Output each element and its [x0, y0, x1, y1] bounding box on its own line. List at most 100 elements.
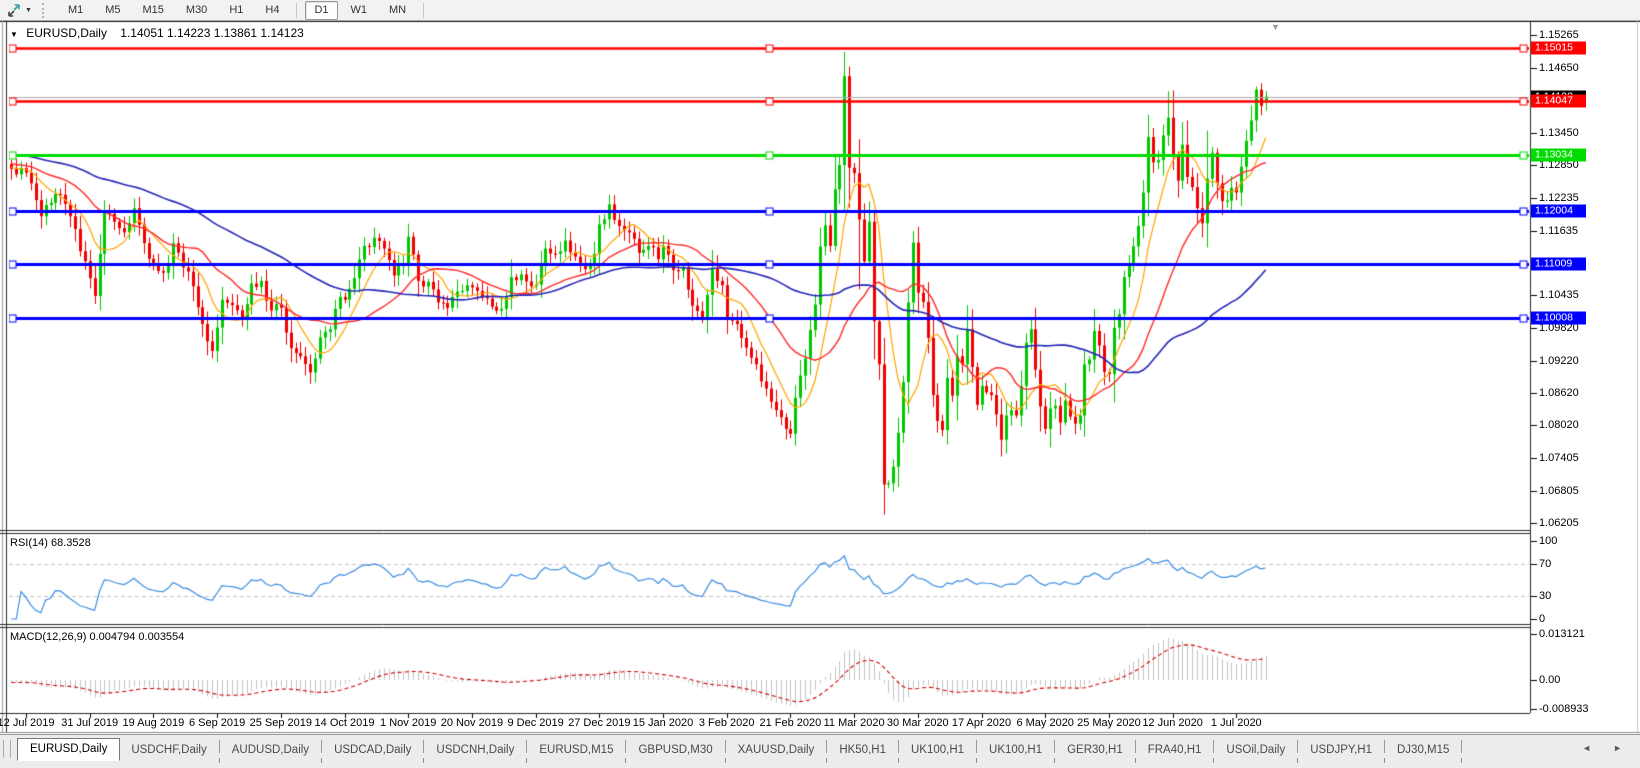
- date-tick-label: 11 Mar 2020: [823, 717, 885, 729]
- tab-dj30-m15[interactable]: DJ30,M15: [1386, 741, 1460, 760]
- tf-button-H1[interactable]: H1: [220, 1, 252, 20]
- tab-usoil-daily[interactable]: USOil,Daily: [1215, 741, 1296, 760]
- rsi-indicator-label: RSI(14) 68.3528: [10, 537, 91, 549]
- chart-shift-marker-icon[interactable]: ▼: [1271, 22, 1280, 32]
- tab-scroll-right-icon[interactable]: ►: [1613, 743, 1622, 753]
- tab-usdchf-daily[interactable]: USDCHF,Daily: [120, 741, 217, 760]
- tab-separator: [1134, 740, 1136, 763]
- chart-title-symbol: EURUSD,Daily: [26, 26, 107, 40]
- price-tick-label: 1.11635: [1539, 224, 1578, 237]
- tab-separator: [526, 740, 528, 763]
- rsi-tick-label: 30: [1539, 589, 1552, 602]
- price-chart-canvas[interactable]: [0, 21, 1640, 734]
- date-tick-label: 19 Aug 2019: [122, 717, 185, 729]
- date-tick-label: 15 Jan 2020: [632, 717, 694, 729]
- tab-usdcnh-daily[interactable]: USDCNH,Daily: [425, 741, 525, 760]
- price-line-badge: 1.15015: [1531, 41, 1586, 55]
- tab-separator: [1461, 740, 1463, 763]
- tab-separator: [1213, 740, 1215, 763]
- tab-separator: [897, 740, 899, 763]
- macd-tick-label: 0.013121: [1539, 628, 1585, 641]
- tab-audusd-daily[interactable]: AUDUSD,Daily: [221, 741, 320, 760]
- price-tick-label: 1.14650: [1539, 62, 1579, 75]
- price-tick-label: 1.12235: [1539, 192, 1579, 205]
- tab-separator: [826, 740, 828, 763]
- tabbar-grip[interactable]: [3, 740, 11, 758]
- tf-button-D1[interactable]: D1: [305, 0, 338, 20]
- tab-separator: [976, 740, 978, 763]
- price-tick-label: 1.08620: [1539, 386, 1579, 399]
- tab-separator: [321, 740, 323, 763]
- mt4-application: ▼ M1 M5 M15 M30 H1 H4 D1 W1 MN ▼ EURUSD,Daily 1.…: [0, 0, 1640, 768]
- tab-hk50-h1[interactable]: HK50,H1: [828, 741, 897, 760]
- tab-ger30-h1[interactable]: GER30,H1: [1056, 741, 1134, 760]
- date-tick-label: 31 Jul 2019: [61, 717, 119, 729]
- tab-separator: [1384, 740, 1385, 763]
- date-tick-label: 17 Apr 2020: [951, 717, 1012, 729]
- chevron-down-icon[interactable]: ▼: [25, 7, 32, 14]
- tab-usdjpy-h1[interactable]: USDJPY,H1: [1299, 741, 1383, 760]
- tf-button-M15[interactable]: M15: [134, 1, 173, 20]
- price-line-badge: 1.11009: [1531, 257, 1586, 271]
- tab-separator: [423, 740, 425, 763]
- price-tick-label: 1.08020: [1539, 419, 1579, 432]
- date-tick-label: 6 May 2020: [1016, 717, 1074, 729]
- price-tick-label: 1.07405: [1539, 452, 1579, 465]
- tab-separator: [1054, 740, 1056, 763]
- chart-title: ▼ EURUSD,Daily 1.14051 1.14223 1.13861 1…: [10, 26, 304, 40]
- date-tick-label: 1 Nov 2019: [380, 717, 437, 729]
- tab-separator: [625, 740, 627, 763]
- tab-xauusd-daily[interactable]: XAUUSD,Daily: [727, 741, 826, 760]
- date-tick-label: 25 May 2020: [1077, 717, 1141, 729]
- toolbar-grip[interactable]: [41, 2, 49, 18]
- tab-usdcad-daily[interactable]: USDCAD,Daily: [323, 741, 422, 760]
- tf-button-M5[interactable]: M5: [96, 1, 129, 20]
- price-line-badge: 1.10008: [1531, 311, 1586, 325]
- price-line-badge: 1.13034: [1531, 148, 1586, 162]
- tf-button-H4[interactable]: H4: [256, 1, 288, 20]
- tab-scroll-left-icon[interactable]: ◄: [1582, 743, 1591, 753]
- tf-button-M1[interactable]: M1: [59, 1, 92, 20]
- date-axis[interactable]: 12 Jul 2019 31 Jul 2019 19 Aug 2019 6 Sep 2…: [0, 713, 1530, 734]
- date-tick-label: 27 Dec 2019: [568, 717, 631, 729]
- tab-scroll-arrows: ◄ ►: [1582, 743, 1622, 753]
- chart-tabs: EURUSD,Daily USDCHF,Daily AUDUSD,Daily USDC…: [17, 738, 1463, 763]
- price-tick-label: 1.13450: [1539, 126, 1579, 139]
- chart-title-ohlc: 1.14051 1.14223 1.13861 1.14123: [120, 26, 304, 40]
- macd-tick-label: 0.00: [1539, 674, 1561, 686]
- tab-eurusd-daily[interactable]: EURUSD,Daily: [17, 738, 121, 761]
- tab-uk100-h1[interactable]: UK100,H1: [978, 741, 1053, 760]
- date-tick-label: 12 Jun 2020: [1142, 717, 1203, 729]
- timeframe-buttons: M1 M5 M15 M30 H1 H4 D1 W1 MN: [57, 0, 430, 20]
- macd-tick-label: -0.008933: [1539, 703, 1589, 715]
- date-tick-label: 1 Jul 2020: [1210, 717, 1262, 729]
- price-axis[interactable]: 1.15265 1.14650 1.13450 1.12850 1.12235 1.116…: [1530, 21, 1640, 715]
- date-tick-label: 14 Oct 2019: [314, 717, 375, 729]
- tf-button-W1[interactable]: W1: [342, 1, 377, 20]
- price-tick-label: 1.09220: [1539, 354, 1579, 367]
- tab-separator: [1297, 740, 1299, 763]
- chart-title-caret-icon[interactable]: ▼: [10, 30, 18, 39]
- chart-tabs-bar: EURUSD,Daily USDCHF,Daily AUDUSD,Daily USDC…: [0, 734, 1640, 768]
- date-tick-label: 3 Feb 2020: [698, 717, 755, 729]
- date-tick-label: 9 Dec 2019: [507, 717, 564, 729]
- tab-separator: [218, 740, 220, 763]
- charts-toolbar-icon[interactable]: [4, 2, 24, 18]
- tf-button-MN[interactable]: MN: [380, 1, 415, 20]
- price-line-badge: 1.12004: [1531, 204, 1586, 218]
- price-tick-label: 1.10435: [1539, 289, 1579, 302]
- toolbar-divider: [423, 2, 425, 18]
- toolbar-divider: [296, 2, 298, 18]
- tf-button-M30[interactable]: M30: [177, 1, 216, 20]
- price-tick-label: 1.06805: [1539, 484, 1579, 497]
- date-tick-label: 6 Sep 2019: [188, 717, 246, 729]
- tab-fra40-h1[interactable]: FRA40,H1: [1137, 741, 1213, 760]
- tab-uk100-h1[interactable]: UK100,H1: [900, 741, 975, 760]
- date-tick-label: 30 Mar 2020: [886, 717, 949, 729]
- tab-eurusd-m15[interactable]: EURUSD,M15: [528, 741, 624, 760]
- chart-window: ▼ EURUSD,Daily 1.14051 1.14223 1.13861 1…: [0, 21, 1640, 734]
- rsi-tick-label: 70: [1539, 558, 1552, 571]
- timeframe-toolbar: ▼ M1 M5 M15 M30 H1 H4 D1 W1 MN: [0, 0, 1640, 21]
- tab-gbpusd-m30[interactable]: GBPUSD,M30: [627, 741, 723, 760]
- price-tick-label: 1.06205: [1539, 516, 1579, 529]
